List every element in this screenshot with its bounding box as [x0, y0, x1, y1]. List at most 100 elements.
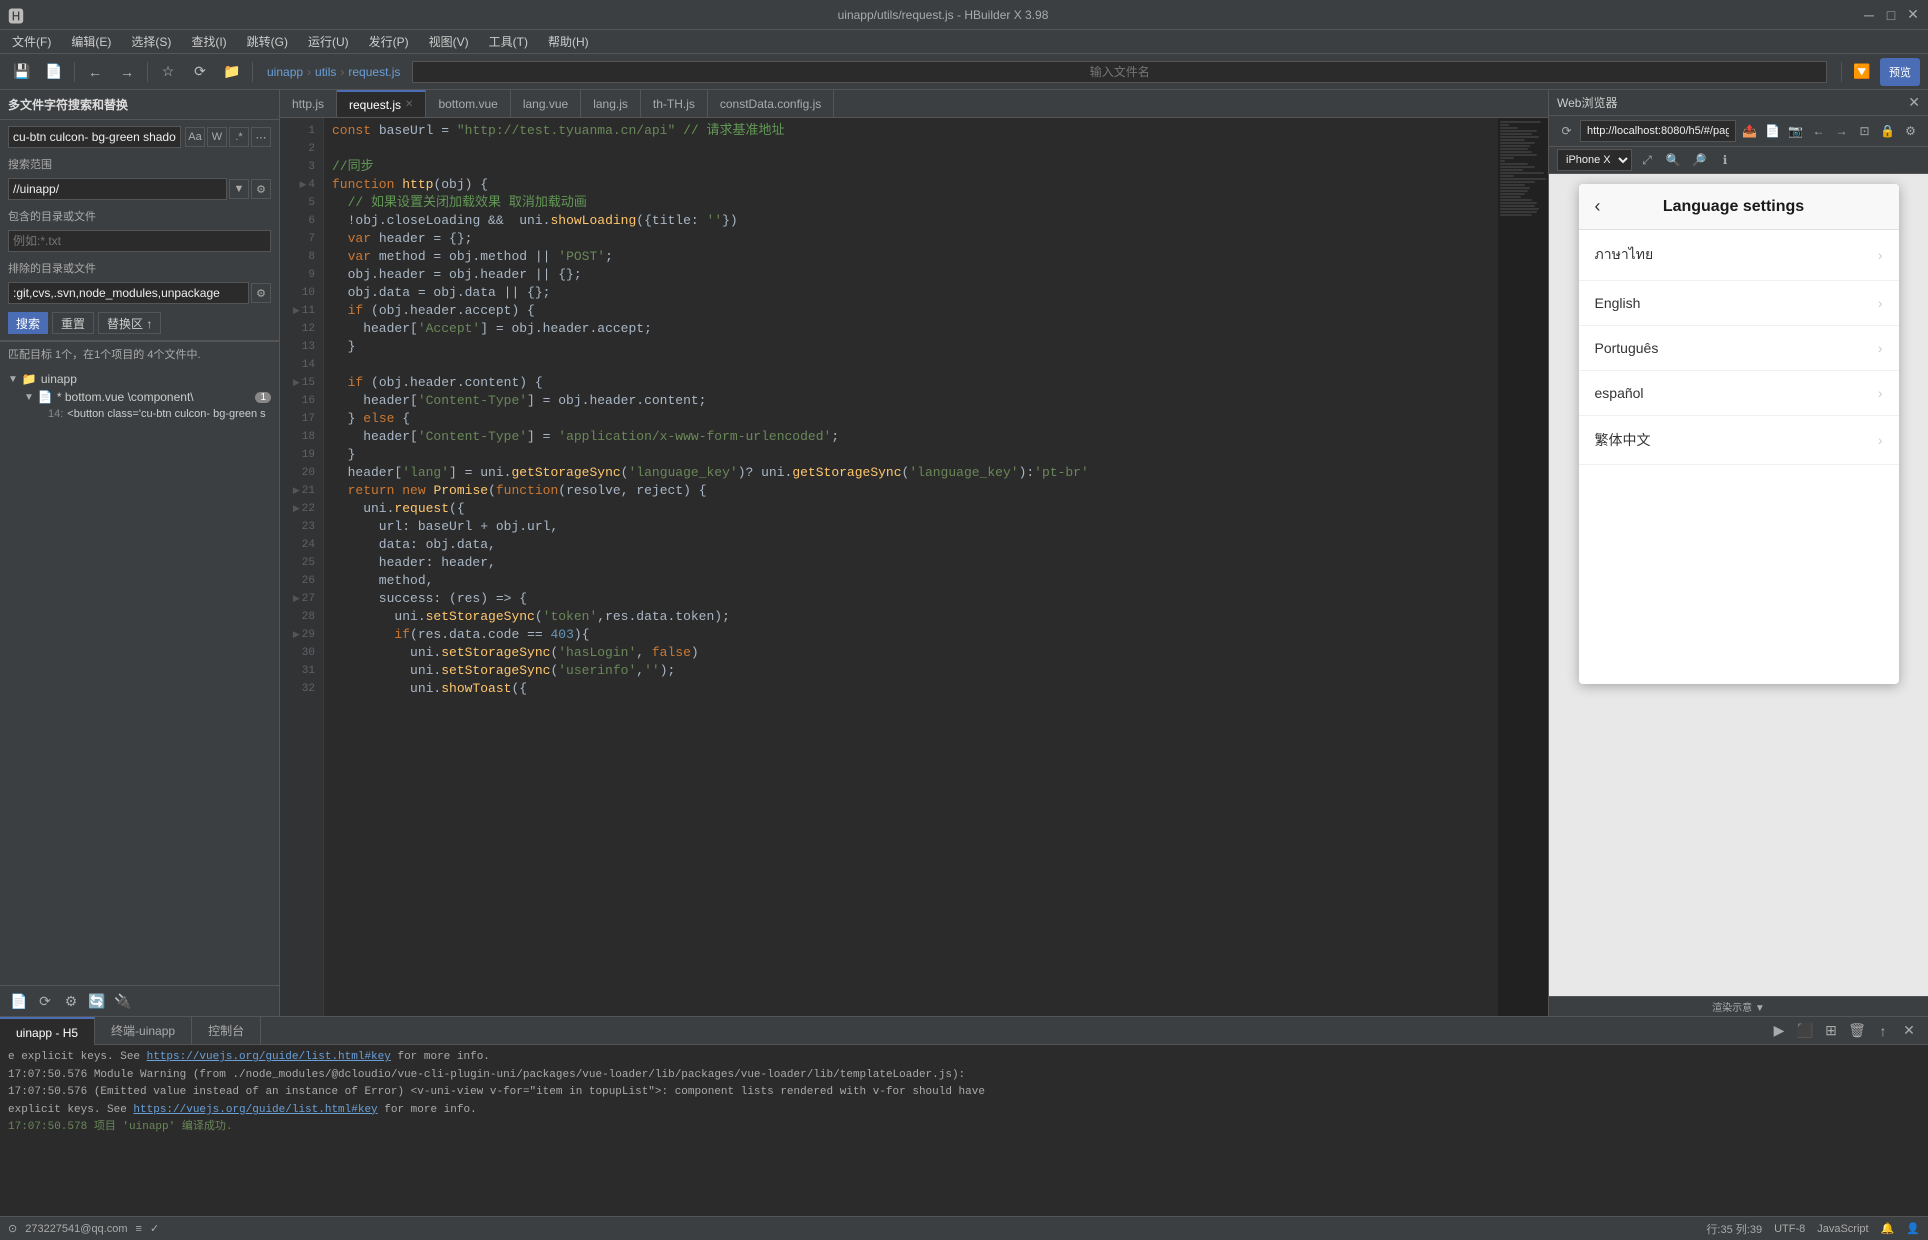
- bottom-clear-btn[interactable]: 🗑: [1846, 1020, 1868, 1042]
- fold-15[interactable]: ▶: [293, 374, 300, 392]
- tree-root[interactable]: ▼ 📁 uinapp: [0, 370, 279, 388]
- toolbar-project-btn[interactable]: 📁: [218, 58, 246, 86]
- tab-th[interactable]: th-TH.js: [641, 90, 708, 118]
- fold-11[interactable]: ▶: [293, 302, 300, 320]
- tab-lang-vue[interactable]: lang.vue: [511, 90, 581, 118]
- preview-close-btn[interactable]: ✕: [1908, 94, 1920, 111]
- toolbar-back-btn[interactable]: ←: [81, 58, 109, 86]
- breadcrumb-file[interactable]: request.js: [348, 65, 400, 79]
- log-link-2[interactable]: https://vuejs.org/guide/list.html#key: [133, 1104, 377, 1116]
- zoom-in-icon[interactable]: 🔍: [1662, 149, 1684, 171]
- log-link-1[interactable]: https://vuejs.org/guide/list.html#key: [147, 1051, 391, 1063]
- menu-edit[interactable]: 编辑(E): [63, 30, 119, 54]
- fold-22[interactable]: ▶: [293, 500, 300, 518]
- breadcrumb-utils[interactable]: utils: [315, 65, 336, 79]
- search-btn[interactable]: 搜索: [8, 312, 48, 334]
- settings-icon[interactable]: ⚙: [60, 990, 82, 1012]
- case-sensitive-btn[interactable]: Aa: [185, 127, 205, 147]
- minimize-button[interactable]: ─: [1862, 8, 1876, 22]
- url-file-btn[interactable]: 📄: [1763, 120, 1782, 142]
- toolbar-forward-btn[interactable]: →: [113, 58, 141, 86]
- tab-constdata[interactable]: constData.config.js: [708, 90, 834, 118]
- sync-icon[interactable]: 🔄: [86, 990, 108, 1012]
- toolbar-new-btn[interactable]: 📄: [40, 58, 68, 86]
- reset-btn[interactable]: 重置: [52, 312, 94, 334]
- bottom-tab-terminal[interactable]: 终端-uinapp: [95, 1017, 192, 1045]
- refresh-icon[interactable]: ⟳: [34, 990, 56, 1012]
- tab-request[interactable]: request.js ✕: [337, 90, 426, 118]
- fold-4[interactable]: ▶: [299, 176, 306, 194]
- bottom-run-btn[interactable]: ▶: [1768, 1020, 1790, 1042]
- url-forward-btn[interactable]: →: [1832, 120, 1851, 142]
- menu-find[interactable]: 查找(I): [183, 30, 234, 54]
- url-stop-btn[interactable]: ⊡: [1855, 120, 1874, 142]
- tab-bottom[interactable]: bottom.vue: [426, 90, 510, 118]
- fold-29[interactable]: ▶: [293, 626, 300, 644]
- menu-tools[interactable]: 工具(T): [481, 30, 536, 54]
- url-input[interactable]: [1580, 120, 1736, 142]
- include-input[interactable]: [8, 230, 271, 252]
- tree-match-item[interactable]: 14: <button class='cu-btn culcon- bg-gre…: [0, 406, 279, 422]
- lang-item-thai[interactable]: ภาษาไทย ›: [1579, 230, 1899, 281]
- scope-dropdown-btn[interactable]: ▼: [229, 179, 249, 199]
- regex-btn[interactable]: .*: [229, 127, 249, 147]
- maximize-button[interactable]: □: [1884, 8, 1898, 22]
- toolbar-preview-btn[interactable]: 预览: [1880, 58, 1920, 86]
- bottom-stop-btn[interactable]: ⬛: [1794, 1020, 1816, 1042]
- lang-back-button[interactable]: ‹: [1595, 196, 1601, 217]
- toolbar-star-btn[interactable]: ☆: [154, 58, 182, 86]
- lang-item-portuguese[interactable]: Português ›: [1579, 326, 1899, 371]
- lang-item-english[interactable]: English ›: [1579, 281, 1899, 326]
- bottom-tab-console[interactable]: 控制台: [192, 1017, 261, 1045]
- url-lock-btn[interactable]: 🔒: [1878, 120, 1897, 142]
- mini-line: [1500, 148, 1528, 150]
- lang-item-chinese[interactable]: 繁体中文 ›: [1579, 416, 1899, 465]
- fold-21[interactable]: ▶: [293, 482, 300, 500]
- zoom-out-icon[interactable]: 🔎: [1688, 149, 1710, 171]
- bottom-close-btn[interactable]: ✕: [1898, 1020, 1920, 1042]
- toolbar-history-btn[interactable]: ⟳: [186, 58, 214, 86]
- lang-item-spanish[interactable]: español ›: [1579, 371, 1899, 416]
- menu-help[interactable]: 帮助(H): [540, 30, 597, 54]
- scope-input[interactable]: [8, 178, 227, 200]
- menu-jump[interactable]: 跳转(G): [239, 30, 296, 54]
- search-input[interactable]: [8, 126, 181, 148]
- word-match-btn[interactable]: W: [207, 127, 227, 147]
- device-info-icon[interactable]: ℹ: [1714, 149, 1736, 171]
- url-refresh-btn[interactable]: ⟳: [1557, 120, 1576, 142]
- tree-child[interactable]: ▼ 📄 * bottom.vue \component\ 1: [0, 388, 279, 406]
- toolbar-filter-btn[interactable]: 🔽: [1848, 58, 1876, 86]
- bottom-collapse-btn[interactable]: ↑: [1872, 1020, 1894, 1042]
- bottom-tab-h5[interactable]: uinapp - H5: [0, 1017, 95, 1045]
- plugin-icon[interactable]: 🔌: [112, 990, 134, 1012]
- menu-view[interactable]: 视图(V): [421, 30, 477, 54]
- code-content[interactable]: const baseUrl = "http://test.tyuanma.cn/…: [324, 118, 1498, 1016]
- url-screenshot-btn[interactable]: 📷: [1786, 120, 1805, 142]
- url-devtools-btn[interactable]: ⚙: [1901, 120, 1920, 142]
- new-file-icon[interactable]: 📄: [8, 990, 30, 1012]
- tab-lang-js[interactable]: lang.js: [581, 90, 641, 118]
- menu-select[interactable]: 选择(S): [123, 30, 179, 54]
- extra-options-btn[interactable]: ⋯: [251, 127, 271, 147]
- replace-btn[interactable]: 替换区 ↑: [98, 312, 161, 334]
- close-button[interactable]: ✕: [1906, 8, 1920, 22]
- exclude-input[interactable]: [8, 282, 249, 304]
- toolbar-save-btn[interactable]: 💾: [8, 58, 36, 86]
- device-select[interactable]: iPhone X iPhone 6 Android: [1557, 149, 1632, 171]
- tab-request-close[interactable]: ✕: [405, 99, 413, 110]
- url-back-btn[interactable]: ←: [1809, 120, 1828, 142]
- rotate-icon[interactable]: ⤢: [1636, 149, 1658, 171]
- exclude-settings-btn[interactable]: ⚙: [251, 283, 271, 303]
- menu-publish[interactable]: 发行(P): [361, 30, 417, 54]
- menu-file[interactable]: 文件(F): [4, 30, 59, 54]
- breadcrumb-uinapp[interactable]: uinapp: [267, 65, 303, 79]
- file-search-input[interactable]: [412, 61, 1827, 83]
- fold-27[interactable]: ▶: [293, 590, 300, 608]
- menu-run[interactable]: 运行(U): [300, 30, 357, 54]
- line-28: 28: [280, 608, 323, 626]
- tab-http[interactable]: http.js: [280, 90, 337, 118]
- bottom-dock-btn[interactable]: ⊞: [1820, 1020, 1842, 1042]
- code-line-24: data: obj.data,: [332, 536, 1490, 554]
- scope-settings-btn[interactable]: ⚙: [251, 179, 271, 199]
- url-open-btn[interactable]: 📤: [1740, 120, 1759, 142]
